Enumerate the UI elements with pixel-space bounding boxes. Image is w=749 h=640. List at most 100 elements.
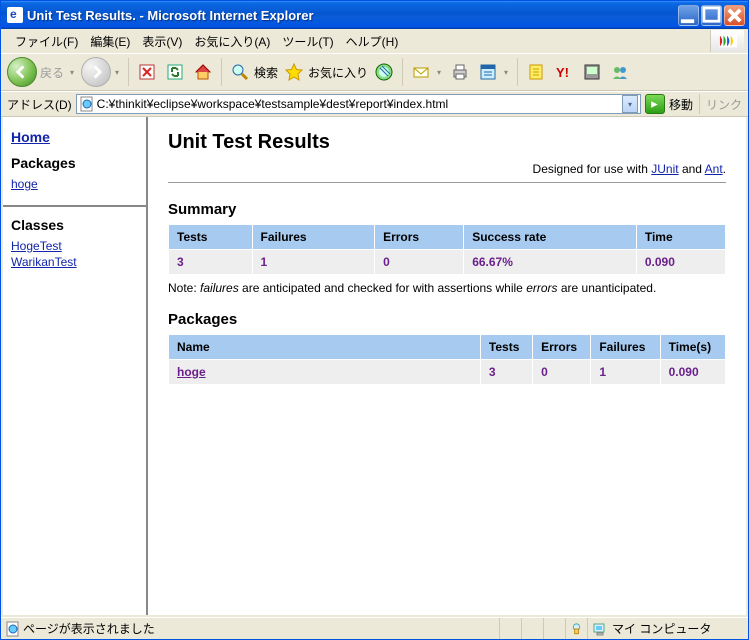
links-label[interactable]: リンク — [699, 94, 742, 114]
svg-text:Y!: Y! — [556, 65, 569, 80]
ie-throbber-icon — [710, 30, 744, 52]
td-ptests: 3 — [480, 360, 532, 385]
minimize-button[interactable] — [678, 5, 699, 26]
note-c: are unanticipated. — [558, 281, 657, 295]
page-title: Unit Test Results — [168, 131, 726, 154]
address-dropdown[interactable]: ▾ — [622, 95, 638, 113]
content-area: Home Packages hoge Classes HogeTest Wari… — [1, 117, 748, 617]
td-ptime: 0.090 — [660, 360, 725, 385]
status-bar: ページが表示されました マイ コンピュータ — [1, 617, 748, 639]
notes-button[interactable] — [524, 60, 548, 84]
note-a: Note: — [168, 281, 200, 295]
status-cell-4 — [566, 618, 588, 639]
packages-table: Name Tests Errors Failures Time(s) hoge … — [168, 334, 726, 385]
main-panel: Unit Test Results Designed for use with … — [148, 117, 746, 615]
th-pfailures: Failures — [591, 335, 660, 360]
th-errors: Errors — [375, 225, 464, 250]
package-link-hoge[interactable]: hoge — [11, 177, 138, 191]
menu-edit[interactable]: 編集(E) — [84, 30, 136, 53]
forward-dropdown[interactable]: ▾ — [112, 58, 122, 86]
chat-button[interactable] — [580, 60, 604, 84]
go-label: 移動 — [669, 96, 693, 113]
edit-dropdown[interactable]: ▾ — [501, 58, 511, 86]
status-page-icon — [5, 621, 21, 637]
favorites-label[interactable]: お気に入り — [308, 64, 368, 81]
classes-heading: Classes — [11, 217, 138, 233]
td-errors: 0 — [375, 250, 464, 275]
forward-button[interactable] — [81, 57, 111, 87]
stop-button[interactable] — [135, 60, 159, 84]
menu-view[interactable]: 表示(V) — [136, 30, 188, 53]
junit-link[interactable]: JUnit — [651, 162, 678, 176]
th-tests: Tests — [169, 225, 253, 250]
yahoo-button[interactable]: Y! — [552, 60, 576, 84]
address-input[interactable]: C:¥thinkit¥eclipse¥workspace¥testsample¥… — [76, 94, 641, 114]
td-rate: 66.67% — [464, 250, 637, 275]
go-button[interactable] — [645, 94, 665, 114]
th-perrors: Errors — [533, 335, 591, 360]
maximize-button[interactable] — [701, 5, 722, 26]
td-pname: hoge — [169, 360, 481, 385]
ie-window: Unit Test Results. - Microsoft Internet … — [0, 0, 749, 640]
td-failures: 1 — [252, 250, 375, 275]
summary-heading: Summary — [168, 201, 726, 218]
note-b: are anticipated and checked for with ass… — [239, 281, 527, 295]
and-text: and — [679, 162, 705, 176]
status-cell-3 — [544, 618, 566, 639]
search-label[interactable]: 検索 — [254, 64, 278, 81]
class-link-hogetest[interactable]: HogeTest — [11, 239, 138, 253]
summary-table: Tests Failures Errors Success rate Time … — [168, 224, 726, 275]
close-button[interactable] — [724, 5, 745, 26]
th-name: Name — [169, 335, 481, 360]
edit-button[interactable] — [476, 60, 500, 84]
status-message: ページが表示されました — [23, 620, 155, 637]
status-cell-1 — [500, 618, 522, 639]
th-failures: Failures — [252, 225, 375, 250]
menu-file[interactable]: ファイル(F) — [9, 30, 84, 53]
address-bar: アドレス(D) C:¥thinkit¥eclipse¥workspace¥tes… — [1, 91, 748, 117]
th-ptime: Time(s) — [660, 335, 725, 360]
td-time: 0.090 — [636, 250, 725, 275]
status-cell-2 — [522, 618, 544, 639]
mail-dropdown[interactable]: ▾ — [434, 58, 444, 86]
ant-link[interactable]: Ant — [705, 162, 723, 176]
status-zone: マイ コンピュータ — [612, 620, 735, 637]
packages-heading: Packages — [11, 155, 138, 171]
home-link[interactable]: Home — [11, 129, 138, 145]
page-icon — [79, 96, 95, 112]
note-failures: failures — [200, 281, 239, 295]
favorites-icon[interactable] — [282, 60, 306, 84]
menu-help[interactable]: ヘルプ(H) — [340, 30, 405, 53]
status-message-cell: ページが表示されました — [1, 618, 500, 639]
search-icon[interactable] — [228, 60, 252, 84]
note-text: Note: failures are anticipated and check… — [168, 281, 726, 295]
th-time: Time — [636, 225, 725, 250]
back-dropdown[interactable]: ▾ — [67, 58, 77, 86]
refresh-button[interactable] — [163, 60, 187, 84]
mail-button[interactable] — [409, 60, 433, 84]
menu-tools[interactable]: ツール(T) — [276, 30, 339, 53]
window-title: Unit Test Results. - Microsoft Internet … — [27, 8, 678, 23]
address-url: C:¥thinkit¥eclipse¥workspace¥testsample¥… — [97, 97, 622, 111]
home-button[interactable] — [191, 60, 215, 84]
th-rate: Success rate — [464, 225, 637, 250]
divider — [168, 182, 726, 183]
print-button[interactable] — [448, 60, 472, 84]
media-button[interactable] — [372, 60, 396, 84]
status-zone-cell: マイ コンピュータ — [588, 618, 748, 639]
td-pfailures: 1 — [591, 360, 660, 385]
td-perrors: 0 — [533, 360, 591, 385]
toolbar: 戻る ▾ ▾ 検索 お気に入り ▾ ▾ Y! — [1, 53, 748, 91]
designed-for: Designed for use with JUnit and Ant. — [168, 162, 726, 176]
titlebar: Unit Test Results. - Microsoft Internet … — [1, 1, 748, 29]
menu-favorites[interactable]: お気に入り(A) — [188, 30, 276, 53]
packages-heading-main: Packages — [168, 311, 726, 328]
menubar: ファイル(F) 編集(E) 表示(V) お気に入り(A) ツール(T) ヘルプ(… — [1, 29, 748, 53]
back-button[interactable] — [7, 57, 37, 87]
my-computer-icon — [592, 621, 608, 637]
class-link-warikantest[interactable]: WarikanTest — [11, 255, 138, 269]
package-row-link[interactable]: hoge — [177, 365, 206, 379]
th-ptests: Tests — [480, 335, 532, 360]
messenger-button[interactable] — [608, 60, 632, 84]
address-label: アドレス(D) — [7, 96, 72, 113]
